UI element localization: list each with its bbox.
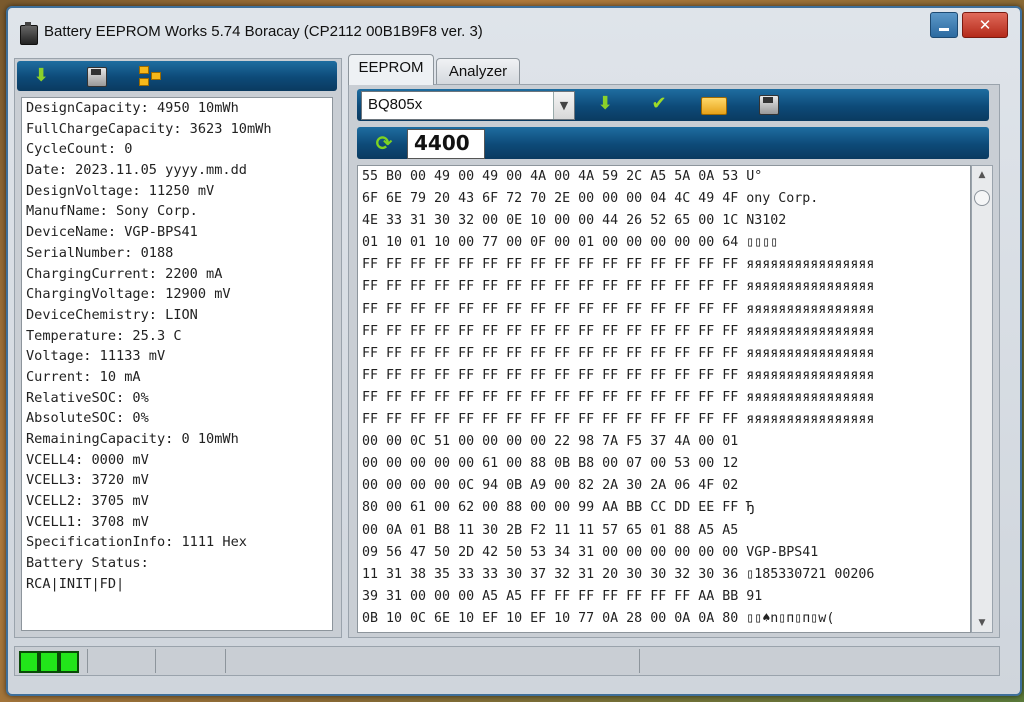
- hex-row: 09 56 47 50 2D 42 50 53 34 31 00 00 00 0…: [362, 544, 819, 560]
- scroll-down-icon[interactable]: ▼: [972, 614, 992, 632]
- status-led-1: [19, 651, 39, 673]
- refresh-icon[interactable]: ⟳: [371, 131, 397, 155]
- hex-row: 01 10 01 10 00 77 00 0F 00 01 00 00 00 0…: [362, 235, 779, 251]
- status-bar: [14, 646, 1000, 676]
- save-file-button[interactable]: [759, 95, 779, 115]
- hex-row: FF FF FF FF FF FF FF FF FF FF FF FF FF F…: [362, 323, 875, 339]
- status-led-2: [39, 651, 59, 673]
- hex-row: FF FF FF FF FF FF FF FF FF FF FF FF FF F…: [362, 301, 875, 317]
- info-line: DesignCapacity: 4950 10mWh: [26, 100, 239, 116]
- info-line: Date: 2023.11.05 yyyy.mm.dd: [26, 162, 247, 179]
- info-line: CycleCount: 0: [26, 141, 133, 158]
- info-toolbar: ⬇: [17, 61, 337, 91]
- checkmark-icon: ✔: [651, 93, 667, 114]
- info-line: VCELL4: 0000 mV: [26, 451, 149, 468]
- info-line: RelativeSOC: 0%: [26, 389, 149, 406]
- hex-dump[interactable]: 55 B0 00 49 00 49 00 4A 00 4A 59 2C A5 5…: [357, 165, 971, 633]
- read-eeprom-button[interactable]: ⬇: [593, 93, 617, 115]
- window-title: Battery EEPROM Works 5.74 Boracay (CP211…: [44, 23, 483, 40]
- chevron-down-icon[interactable]: ▼: [553, 92, 574, 119]
- hex-row: 6F 6E 79 20 43 6F 72 70 2E 00 00 00 04 4…: [362, 191, 819, 207]
- info-line: ChargingVoltage: 12900 mV: [26, 286, 231, 303]
- chip-select-value: BQ805x: [368, 96, 423, 113]
- status-led-3: [59, 651, 79, 673]
- hex-row: 55 B0 00 49 00 49 00 4A 00 4A 59 2C A5 5…: [362, 169, 763, 184]
- info-line: ChargingCurrent: 2200 mA: [26, 265, 223, 282]
- hex-row: FF FF FF FF FF FF FF FF FF FF FF FF FF F…: [362, 279, 875, 295]
- eeprom-toolbar: BQ805x ▼ ⬇ ✔: [357, 89, 989, 121]
- info-line: SpecificationInfo: 1111 Hex: [26, 534, 247, 551]
- hex-row: FF FF FF FF FF FF FF FF FF FF FF FF FF F…: [362, 389, 875, 405]
- hex-row: FF FF FF FF FF FF FF FF FF FF FF FF FF F…: [362, 412, 875, 428]
- tab-analyzer[interactable]: Analyzer: [436, 58, 520, 85]
- scroll-thumb[interactable]: [974, 190, 990, 206]
- hex-row: 39 31 00 00 00 A5 A5 FF FF FF FF FF FF F…: [362, 588, 763, 604]
- info-line: SerialNumber: 0188: [26, 244, 174, 261]
- download-arrow-icon: ⬇: [33, 65, 49, 86]
- info-line: DesignVoltage: 11250 mV: [26, 182, 215, 199]
- hex-row: 00 00 00 00 0C 94 0B A9 00 82 2A 30 2A 0…: [362, 478, 739, 494]
- info-line: Battery Status:: [26, 555, 149, 572]
- hex-row: 0B 10 0C 6E 10 EF 10 EF 10 77 0A 28 00 0…: [362, 610, 835, 626]
- hex-row: 4E 33 31 30 32 00 0E 10 00 00 44 26 52 6…: [362, 213, 787, 229]
- chip-select[interactable]: BQ805x ▼: [361, 91, 575, 120]
- info-line: ManufName: Sony Corp.: [26, 203, 198, 220]
- info-line: RCA|INIT|FD|: [26, 575, 125, 592]
- read-info-button[interactable]: ⬇: [29, 65, 53, 87]
- hex-row: 00 00 0C 51 00 00 00 00 22 98 7A F5 37 4…: [362, 434, 739, 450]
- status-divider: [225, 649, 226, 673]
- info-line: DeviceChemistry: LION: [26, 306, 198, 323]
- battery-info-text[interactable]: DesignCapacity: 4950 10mWh FullChargeCapa…: [21, 97, 333, 631]
- info-line: AbsoluteSOC: 0%: [26, 410, 149, 427]
- tree-view-button[interactable]: [139, 66, 161, 86]
- info-line: Current: 10 mA: [26, 368, 141, 385]
- minimize-button[interactable]: [930, 12, 958, 38]
- info-line: DeviceName: VGP-BPS41: [26, 224, 198, 241]
- info-line: VCELL3: 3720 mV: [26, 472, 149, 489]
- hex-row: 80 00 61 00 62 00 88 00 00 99 AA BB CC D…: [362, 500, 755, 516]
- status-divider: [639, 649, 640, 673]
- eeprom-panel: BQ805x ▼ ⬇ ✔ ⟳ 4400 55 B0 00 49 00 49 00…: [348, 84, 1000, 638]
- info-line: VCELL2: 3705 mV: [26, 493, 149, 510]
- title-bar[interactable]: Battery EEPROM Works 5.74 Boracay (CP211…: [8, 8, 1020, 54]
- hex-row: 00 0A 01 B8 11 30 2B F2 11 11 57 65 01 8…: [362, 522, 739, 538]
- battery-info-panel: ⬇ DesignCapacity: 4950 10mWh FullChargeCa…: [14, 58, 342, 638]
- hex-row: FF FF FF FF FF FF FF FF FF FF FF FF FF F…: [362, 345, 875, 361]
- info-line: Voltage: 11133 mV: [26, 348, 166, 365]
- address-field[interactable]: 4400: [407, 129, 485, 159]
- verify-button[interactable]: ✔: [647, 93, 671, 115]
- battery-icon: [20, 22, 38, 45]
- hex-row: FF FF FF FF FF FF FF FF FF FF FF FF FF F…: [362, 257, 875, 273]
- hex-row: FF FF FF FF FF FF FF FF FF FF FF FF FF F…: [362, 367, 875, 383]
- scroll-up-icon[interactable]: ▲: [972, 166, 992, 184]
- status-divider: [87, 649, 88, 673]
- status-divider: [155, 649, 156, 673]
- info-line: RemainingCapacity: 0 10mWh: [26, 431, 239, 447]
- info-line: FullChargeCapacity: 3623 10mWh: [26, 120, 272, 137]
- download-arrow-icon: ⬇: [597, 93, 613, 114]
- close-button[interactable]: ✕: [962, 12, 1008, 38]
- info-line: VCELL1: 3708 mV: [26, 513, 149, 530]
- address-toolbar: ⟳ 4400: [357, 127, 989, 159]
- hex-scrollbar[interactable]: ▲ ▼: [971, 165, 993, 633]
- open-file-button[interactable]: [701, 97, 727, 115]
- hex-row: 00 00 00 00 00 61 00 88 0B B8 00 07 00 5…: [362, 456, 739, 472]
- tab-eeprom[interactable]: EEPROM: [348, 54, 434, 85]
- info-line: Temperature: 25.3 C: [26, 327, 182, 344]
- address-value: 4400: [414, 131, 470, 155]
- save-info-button[interactable]: [87, 67, 107, 87]
- hex-row: 11 31 38 35 33 33 30 37 32 31 20 30 30 3…: [362, 566, 875, 582]
